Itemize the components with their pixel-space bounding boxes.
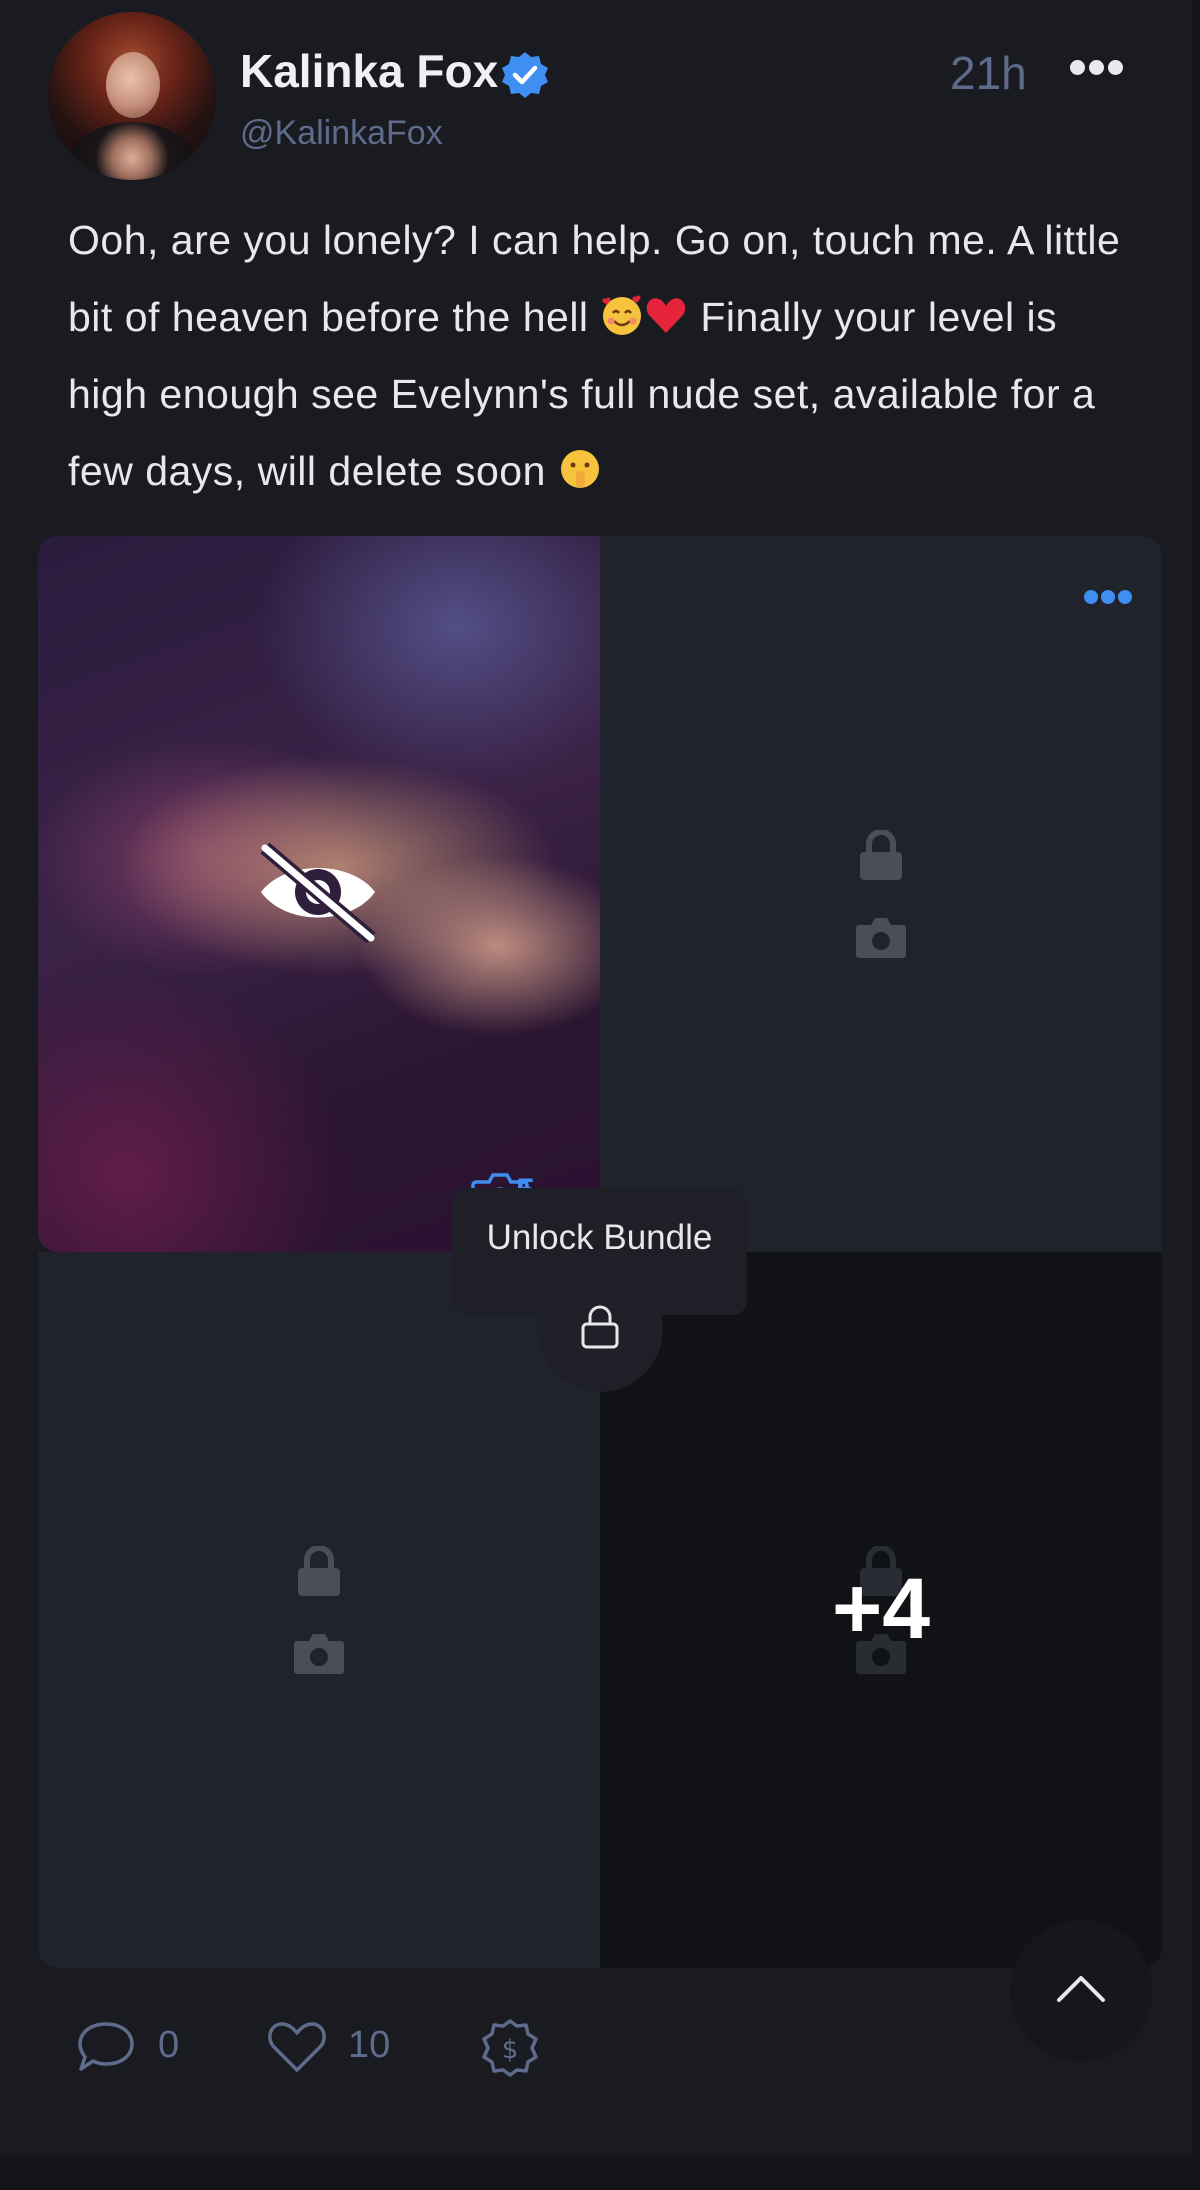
like-count: 10: [348, 2024, 391, 2066]
comment-icon[interactable]: [76, 2020, 136, 2074]
post-options-button[interactable]: [1070, 60, 1130, 88]
scroll-to-top-button[interactable]: [1010, 1920, 1152, 2062]
svg-text:$: $: [502, 2035, 519, 2065]
chevron-up-icon: [1057, 1976, 1105, 2002]
smiling-face-with-hearts-icon: [602, 295, 642, 335]
media-options-button[interactable]: [1084, 590, 1140, 610]
avatar[interactable]: [48, 12, 216, 180]
lock-icon: [298, 1546, 340, 1596]
author-name[interactable]: Kalinka Fox: [240, 44, 498, 98]
post-caption: Ooh, are you lonely? I can help. Go on, …: [68, 202, 1148, 510]
tip-dollar-icon[interactable]: $: [480, 2018, 540, 2078]
camera-icon: [856, 918, 906, 958]
red-heart-icon: [647, 298, 686, 333]
more-media-count: +4: [832, 1561, 931, 1657]
media-locked-3[interactable]: [38, 1252, 600, 1968]
media-locked-2[interactable]: [600, 536, 1162, 1252]
post-card: Kalinka Fox @KalinkaFox 21h Ooh, are you…: [0, 0, 1192, 2156]
author-handle[interactable]: @KalinkaFox: [240, 114, 443, 153]
like-heart-icon[interactable]: [266, 2020, 328, 2074]
post-time: 21h: [950, 47, 1027, 99]
verified-badge-icon: [502, 52, 548, 98]
unlock-bundle-label: Unlock Bundle: [486, 1218, 713, 1257]
unlock-lock-icon: [581, 1305, 619, 1349]
shushing-face-icon: [560, 450, 599, 488]
lock-icon: [860, 830, 902, 880]
camera-icon: [294, 1634, 344, 1674]
eye-off-icon: [260, 842, 376, 944]
comment-count: 0: [158, 2024, 180, 2066]
